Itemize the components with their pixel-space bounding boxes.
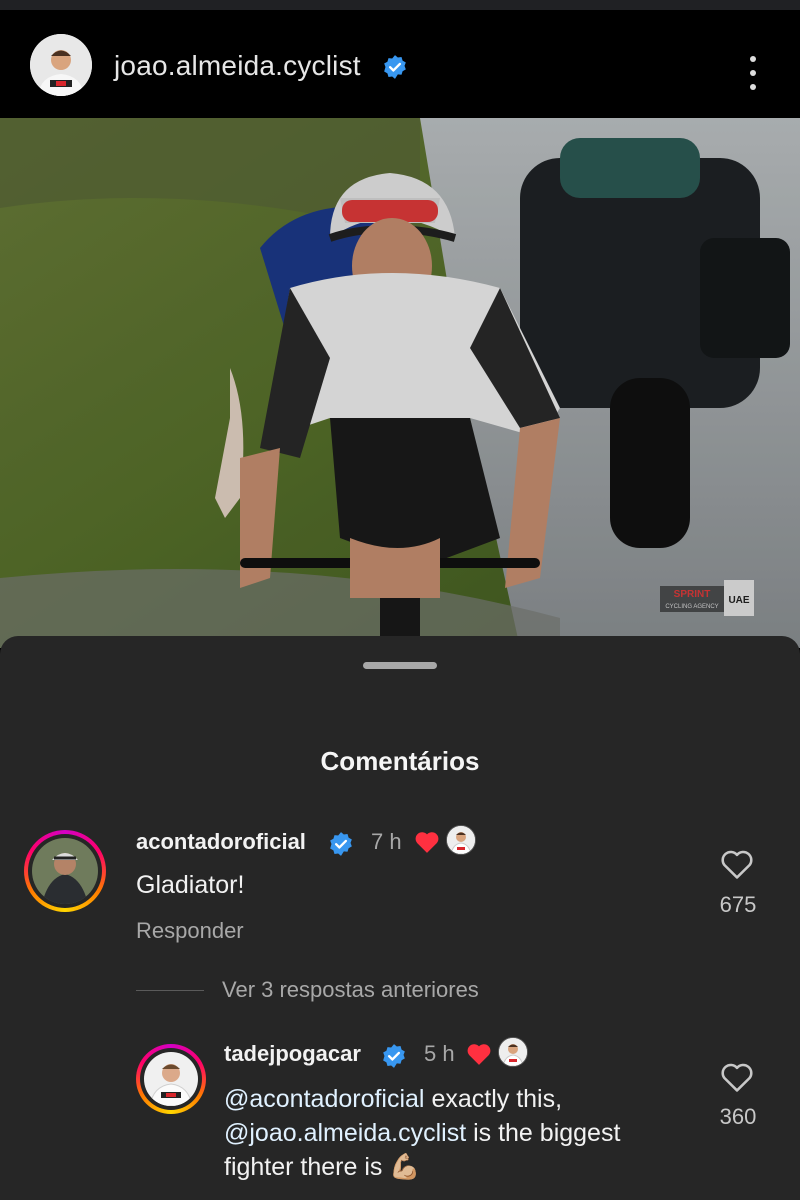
reply-avatar[interactable] (136, 1044, 206, 1114)
like-count: 360 (719, 1104, 757, 1129)
post-header: joao.almeida.cyclist (0, 10, 800, 118)
author-username[interactable]: joao.almeida.cyclist (114, 50, 361, 82)
reply-text-part: fighter there is 💪🏼 (224, 1153, 421, 1181)
commenter-avatar[interactable] (24, 830, 106, 912)
mention-link[interactable]: @acontadoroficial (224, 1085, 425, 1113)
post-photo[interactable]: SPRINT CYCLING AGENCY UAE (0, 118, 800, 648)
drag-handle[interactable] (363, 662, 437, 669)
heart-outline-icon[interactable] (720, 1061, 754, 1098)
divider (136, 990, 204, 991)
author-mini-avatar (498, 1037, 528, 1067)
author-liked-heart-icon (414, 830, 440, 859)
comments-sheet: Comentários acontadoroficial 7 h Gladiat… (0, 636, 800, 1200)
reply-text-part: is the biggest (466, 1119, 621, 1147)
comment-time: 7 h (371, 829, 402, 854)
comment-username[interactable]: acontadoroficial (136, 829, 306, 855)
reply-time: 5 h (424, 1041, 455, 1066)
heart-outline-icon[interactable] (720, 848, 754, 885)
view-previous-replies-link[interactable]: Ver 3 respostas anteriores (222, 977, 479, 1003)
reply-text-part: exactly this, (424, 1085, 563, 1113)
status-strip (0, 0, 800, 10)
author-avatar[interactable] (30, 34, 92, 96)
author-mini-avatar (446, 825, 476, 855)
mention-link[interactable]: @joao.almeida.cyclist (224, 1119, 466, 1147)
reply-username[interactable]: tadejpogacar (224, 1041, 361, 1067)
more-vertical-icon[interactable] (740, 54, 768, 94)
verified-badge-icon (381, 1043, 407, 1074)
sheet-title: Comentários (320, 746, 480, 776)
reply-text: @acontadoroficial exactly this, @joao.al… (224, 1082, 694, 1184)
like-count: 675 (719, 892, 757, 917)
verified-badge-icon (382, 54, 408, 85)
reply-button[interactable]: Responder (136, 918, 244, 944)
author-liked-heart-icon (466, 1042, 492, 1071)
comment-text: Gladiator! (136, 871, 245, 899)
verified-badge-icon (328, 831, 354, 862)
